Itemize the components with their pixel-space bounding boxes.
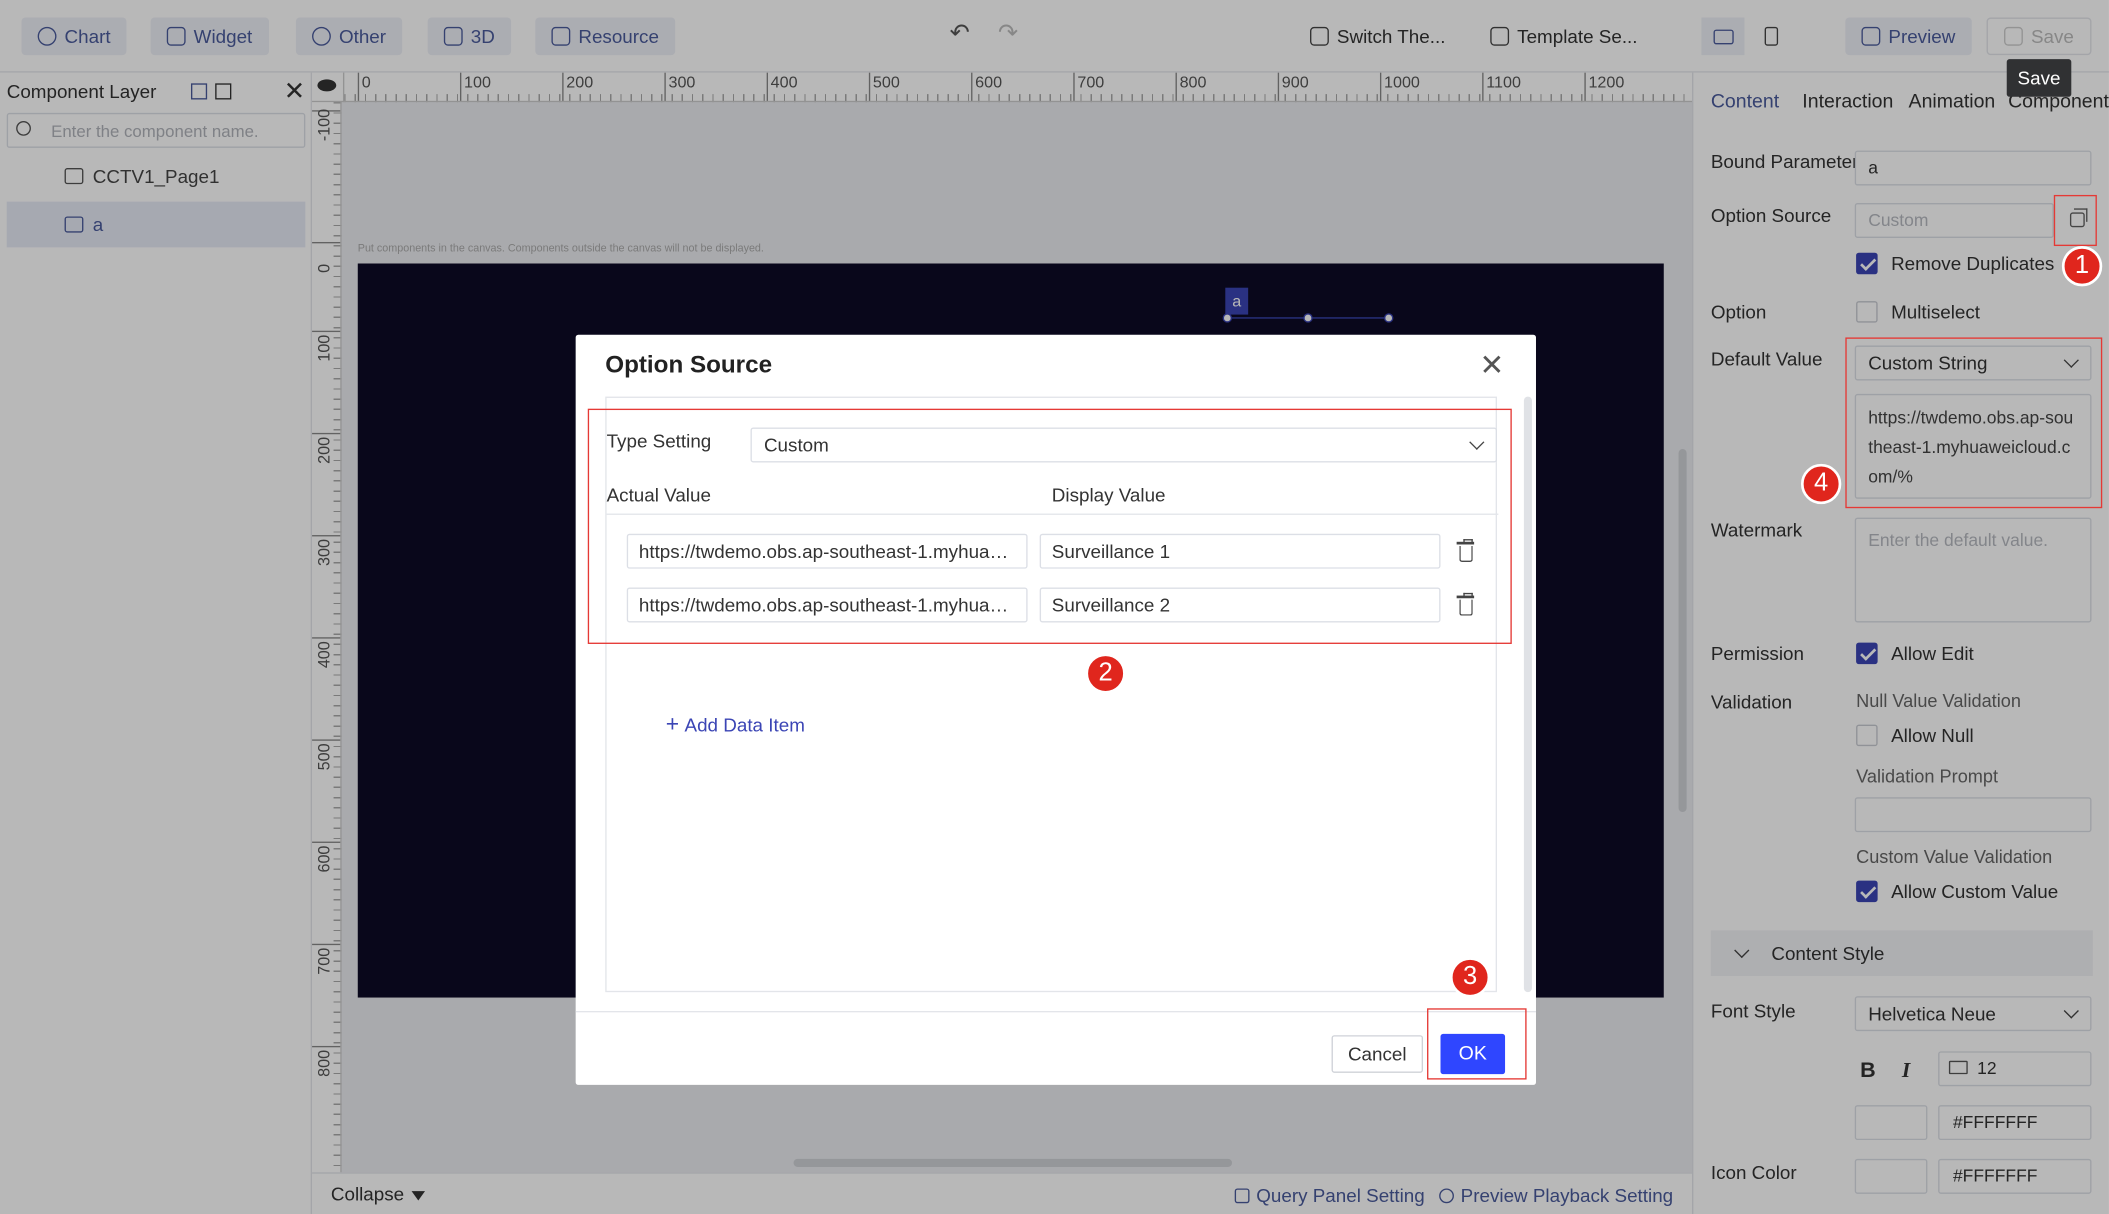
annotation-badge-4: 4 (1800, 463, 1842, 505)
annotation-box-4 (1845, 337, 2103, 509)
plus-icon: + (665, 711, 680, 737)
copy-icon (2069, 208, 2088, 228)
option-source-edit-button[interactable] (2053, 194, 2097, 247)
dialog-scrollbar[interactable] (1523, 396, 1532, 993)
dialog-footer: Cancel OK (575, 1010, 1536, 1085)
annotation-badge-1: 1 (2061, 246, 2103, 287)
annotation-box-2 (587, 408, 1512, 644)
annotation-badge-2: 2 (1085, 653, 1126, 694)
add-data-item-label: Add Data Item (684, 713, 805, 736)
save-tooltip: Save (2006, 59, 2072, 97)
cancel-button[interactable]: Cancel (1331, 1035, 1424, 1073)
dialog-title: Option Source (605, 350, 773, 378)
close-icon[interactable]: ✕ (1480, 348, 1505, 383)
add-data-item-button[interactable]: + Add Data Item (666, 711, 805, 738)
app-root: Chart Widget Other 3D Resource ↶ ↷ Switc… (0, 0, 2109, 1214)
annotation-badge-3: 3 (1449, 957, 1491, 998)
annotation-box-3 (1427, 1008, 1527, 1080)
